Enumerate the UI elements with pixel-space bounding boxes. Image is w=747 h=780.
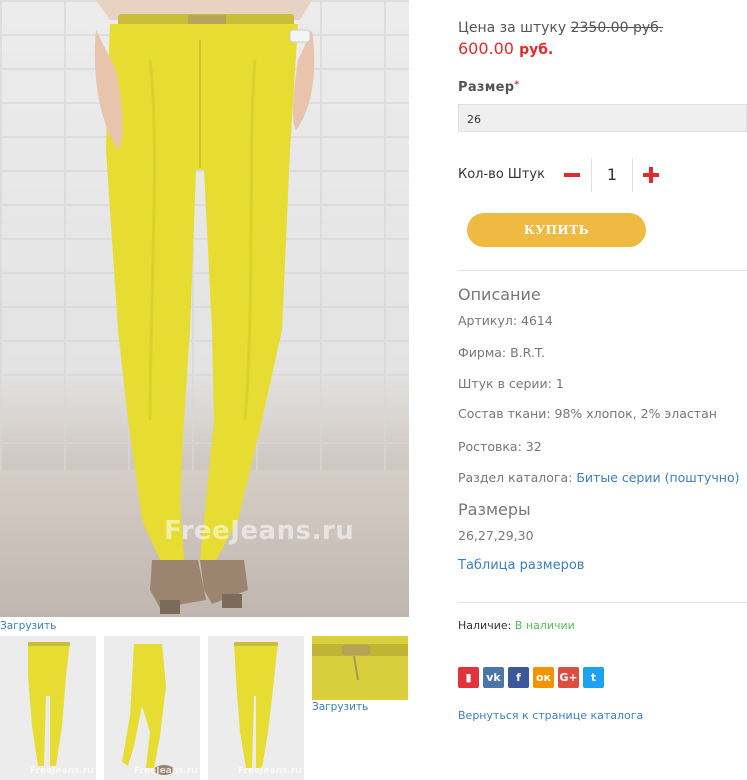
odnoklassniki-icon[interactable]: ок xyxy=(533,667,554,688)
size-label-text: Размер xyxy=(458,80,515,95)
stock-status: Наличие: В наличии xyxy=(458,619,575,632)
thumbnail-front[interactable]: FreeJeans.ru xyxy=(0,636,96,780)
new-price-value: 600.00 xyxy=(458,39,514,58)
size-table-link[interactable]: Таблица размеров xyxy=(458,558,584,573)
sizes-values: 26,27,29,30 xyxy=(458,528,534,543)
thumbnail-side-image xyxy=(104,636,200,780)
article-number: Артикул: 4614 xyxy=(458,313,553,328)
facebook-icon[interactable]: f xyxy=(508,667,529,688)
required-mark: * xyxy=(514,80,520,90)
divider xyxy=(458,270,747,271)
pieces-in-series: Штук в серии: 1 xyxy=(458,376,564,391)
twitter-icon[interactable]: t xyxy=(583,667,604,688)
new-price-currency: руб. xyxy=(519,42,554,58)
thumbnail-belt-image xyxy=(312,636,408,700)
thumbnail-belt-detail[interactable] xyxy=(312,636,408,700)
size-select[interactable]: 26 xyxy=(458,104,747,132)
google-plus-icon[interactable]: G+ xyxy=(558,667,579,688)
sizes-title: Размеры xyxy=(458,500,531,519)
new-price: 600.00 руб. xyxy=(458,39,553,58)
main-product-photo[interactable]: FreeJeans.ru xyxy=(0,0,409,617)
stock-label: Наличие: xyxy=(458,619,512,632)
description-title: Описание xyxy=(458,285,541,304)
thumbnail-back[interactable]: FreeJeans.ru xyxy=(208,636,304,780)
plus-icon[interactable] xyxy=(639,160,663,190)
thumbnail-watermark: FreeJeans.ru xyxy=(134,766,198,776)
catalog-section-label: Раздел каталога: xyxy=(458,470,573,485)
divider xyxy=(458,602,747,603)
catalog-section: Раздел каталога: Битые серии (поштучно) xyxy=(458,470,740,485)
vk-icon[interactable]: vk xyxy=(483,667,504,688)
price-per-piece: Цена за штуку 2350.00 руб. xyxy=(458,20,663,36)
buy-button[interactable]: КУПИТЬ xyxy=(467,213,646,247)
stock-value: В наличии xyxy=(514,619,575,632)
thumbnail-front-image xyxy=(0,636,96,780)
thumbnail-back-image xyxy=(208,636,304,780)
height-grade: Ростовка: 32 xyxy=(458,439,542,454)
minus-icon[interactable] xyxy=(560,160,584,190)
brand: Фирма: B.R.T. xyxy=(458,345,545,360)
price-label: Цена за штуку xyxy=(458,20,567,36)
thumbnail-download-link[interactable]: Загрузить xyxy=(312,701,368,713)
fabric-composition: Состав ткани: 98% хлопок, 2% эластан xyxy=(458,406,717,421)
quantity-label: Кол-во Штук xyxy=(458,167,545,182)
thumbnail-watermark: FreeJeans.ru xyxy=(238,766,302,776)
quantity-input[interactable]: 1 xyxy=(591,158,633,192)
bookmark-icon[interactable]: ▮ xyxy=(458,667,479,688)
main-photo-download-link[interactable]: Загрузить xyxy=(0,620,56,632)
old-price: 2350.00 руб. xyxy=(570,20,664,36)
back-to-catalog-link[interactable]: Вернуться к странице каталога xyxy=(458,709,643,722)
catalog-section-link[interactable]: Битые серии (поштучно) xyxy=(576,470,739,485)
size-label: Размер* xyxy=(458,80,519,95)
thumbnail-side[interactable]: FreeJeans.ru xyxy=(104,636,200,780)
main-photo-watermark: FreeJeans.ru xyxy=(164,516,355,546)
thumbnail-watermark: FreeJeans.ru xyxy=(30,766,94,776)
